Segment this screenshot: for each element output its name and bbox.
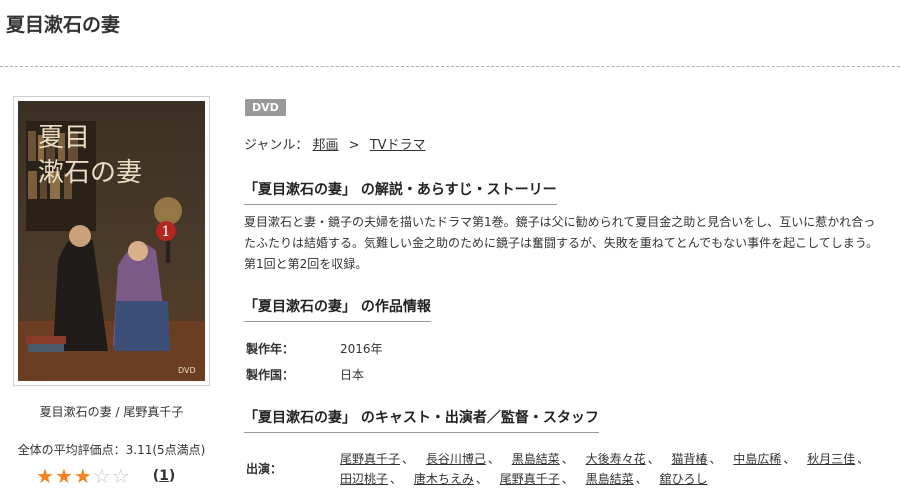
svg-text:漱石の妻: 漱石の妻: [38, 158, 142, 188]
cast-link[interactable]: 黒島結菜: [586, 472, 634, 486]
cover-format-mark: DVD: [178, 366, 196, 375]
cast-separator: 、: [561, 452, 574, 466]
cast-link[interactable]: 尾野真千子: [340, 452, 400, 466]
cast-link[interactable]: 大後寿々花: [586, 452, 646, 466]
cast-separator: 、: [475, 472, 488, 486]
cast-separator: 、: [390, 472, 403, 486]
star-empty-icon: ☆: [111, 464, 131, 488]
format-badge: DVD: [245, 99, 286, 116]
average-rating-text: 全体の平均評価点：3.11(5点満点): [17, 443, 206, 457]
review-count-link[interactable]: 1: [159, 468, 169, 484]
breadcrumb-separator: >: [348, 138, 360, 153]
cast-separator: 、: [857, 452, 870, 466]
cover-image[interactable]: 夏目 漱石の妻 1 DVD: [18, 101, 205, 381]
genre-link-tv-drama[interactable]: TVドラマ: [370, 138, 426, 153]
title-divider: [0, 66, 900, 67]
cast-separator: 、: [402, 452, 415, 466]
info-heading: 「夏目漱石の妻」 の作品情報: [244, 296, 431, 322]
star-filled-icon: ★: [73, 464, 93, 488]
review-count-close: ): [168, 468, 176, 484]
cast-separator: 、: [487, 452, 500, 466]
synopsis-text: 夏目漱石と妻・鏡子の夫婦を描いたドラマ第1巻。鏡子は父に勧められて夏目金之助と見…: [244, 215, 879, 271]
cast-label: 出演：: [246, 462, 283, 476]
cover-image-frame[interactable]: 夏目 漱石の妻 1 DVD: [13, 96, 210, 386]
cover-title-kanji: 夏目: [38, 123, 90, 153]
star-filled-icon: ★: [54, 464, 74, 488]
cast-link[interactable]: 田辺桃子: [340, 472, 388, 486]
country-label: 製作国：: [246, 368, 295, 382]
cast-link[interactable]: 黒島結菜: [512, 452, 560, 466]
star-filled-icon: ★: [36, 464, 55, 488]
cast-heading: 「夏目漱石の妻」 のキャスト・出演者／監督・スタッフ: [244, 407, 599, 433]
cast-separator: 、: [647, 452, 660, 466]
page-title: 夏目漱石の妻: [6, 14, 121, 36]
cast-link[interactable]: 猫背椿: [671, 452, 707, 466]
genre-link-hougaku[interactable]: 邦画: [313, 138, 339, 153]
cast-link[interactable]: 中島広稀: [733, 452, 781, 466]
genre-label: ジャンル：: [244, 138, 309, 153]
cast-link[interactable]: 唐木ちえみ: [414, 472, 474, 486]
country-value: 日本: [340, 368, 365, 382]
star-empty-icon: ☆: [92, 464, 112, 488]
cover-episode-number: 1: [162, 224, 171, 240]
cast-link[interactable]: 秋月三佳: [807, 452, 855, 466]
genre-breadcrumb: ジャンル： 邦画 > TVドラマ: [244, 134, 426, 153]
cast-separator: 、: [709, 452, 722, 466]
cast-link[interactable]: 長谷川博己: [426, 452, 486, 466]
cast-link[interactable]: 舘ひろし: [659, 472, 707, 486]
cast-separator: 、: [783, 452, 796, 466]
cast-list: 尾野真千子、 長谷川博己、 黒島結菜、 大後寿々花、 猫背椿、 中島広稀、 秋月…: [340, 449, 890, 489]
cover-caption: 夏目漱石の妻 / 尾野真千子: [39, 405, 184, 419]
cast-separator: 、: [635, 472, 648, 486]
review-count: (1): [153, 468, 176, 484]
cast-separator: 、: [561, 472, 574, 486]
star-rating: ★ ★ ★ ☆ ☆ (1): [36, 465, 175, 487]
synopsis-heading: 「夏目漱石の妻」 の解説・あらすじ・ストーリー: [244, 179, 557, 205]
cast-link[interactable]: 尾野真千子: [500, 472, 560, 486]
year-value: 2016年: [340, 342, 383, 356]
year-label: 製作年：: [246, 342, 295, 356]
product-page: 夏目漱石の妻 夏目 漱石の妻 1 DVD 夏目漱石の妻 / 尾野真千子 全体の平…: [0, 0, 900, 500]
